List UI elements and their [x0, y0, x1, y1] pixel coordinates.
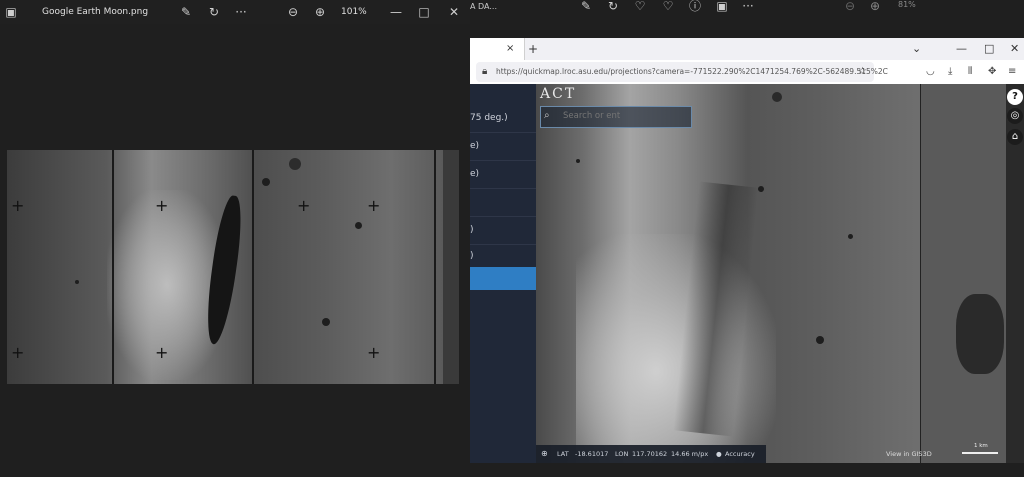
compass-icon[interactable]: ◎ — [1007, 108, 1023, 124]
library-icon[interactable]: ⫴ — [968, 60, 972, 84]
accuracy-link[interactable]: Accuracy — [725, 445, 755, 463]
lat-value: -18.61017 — [575, 450, 609, 458]
lon-value: 117.70162 — [632, 450, 668, 458]
download-icon[interactable]: ⤓ — [948, 60, 952, 84]
crater — [772, 92, 782, 102]
background-zoom-level: 81% — [898, 0, 916, 9]
crater — [75, 280, 79, 284]
crater — [576, 159, 580, 163]
zoom-level: 101% — [341, 7, 367, 17]
map-search-input[interactable] — [563, 107, 683, 125]
info-icon[interactable]: ● — [716, 445, 722, 463]
close-icon[interactable]: ✕ — [445, 0, 463, 24]
layer-row[interactable]: e) — [470, 132, 536, 161]
window-bottom-strip — [470, 463, 1024, 477]
layer-row-selected[interactable] — [470, 267, 536, 290]
reseau-mark: + — [155, 196, 169, 215]
zoom-out-icon: ⊖ — [844, 0, 856, 13]
help-icon[interactable]: ? — [1007, 89, 1023, 105]
pocket-icon[interactable]: ◡ — [926, 60, 935, 84]
map-dark-region — [956, 294, 1004, 374]
new-tab-button[interactable]: + — [528, 38, 538, 60]
maximize-icon[interactable]: □ — [415, 0, 433, 24]
reseau-mark: + — [297, 196, 311, 215]
layer-row-label: ) — [470, 225, 474, 235]
extensions-icon[interactable]: ✥ — [988, 60, 996, 84]
tab-bar — [470, 38, 1024, 60]
layer-row[interactable]: ) — [470, 216, 536, 245]
map-low-res-strip — [920, 84, 1006, 463]
globe-icon: ⊕ — [541, 449, 548, 458]
moon-map-canvas[interactable] — [536, 84, 1006, 463]
more-icon: ··· — [742, 0, 754, 13]
layer-row-label: ) — [470, 251, 474, 261]
tab-active[interactable] — [470, 38, 525, 60]
favorite-icon: ♡ — [634, 0, 646, 13]
reseau-mark: + — [11, 343, 25, 362]
maximize-icon[interactable]: □ — [984, 38, 994, 60]
tab-list-icon[interactable]: ⌄ — [912, 38, 921, 60]
crater — [355, 222, 362, 229]
crater — [816, 336, 824, 344]
tab-close-icon[interactable]: × — [506, 38, 514, 60]
edit-icon[interactable]: ✎ — [177, 0, 195, 24]
url-text[interactable]: https://quickmap.lroc.asu.edu/projection… — [496, 62, 888, 82]
image-seam — [112, 150, 114, 384]
heart-icon: ♡ — [662, 0, 674, 13]
crater — [848, 234, 853, 239]
menu-icon[interactable]: ≡ — [1008, 60, 1016, 84]
zoom-out-icon[interactable]: ⊖ — [284, 0, 302, 24]
viewer-file-name: Google Earth Moon.png — [42, 7, 149, 17]
edit-icon: ✎ — [580, 0, 592, 13]
layer-row[interactable]: e) — [470, 160, 536, 189]
reseau-mark: + — [155, 343, 169, 362]
reseau-mark: + — [11, 196, 25, 215]
zoom-in-icon[interactable]: ⊕ — [311, 0, 329, 24]
reseau-mark: + — [367, 343, 381, 362]
reseau-mark: + — [367, 196, 381, 215]
minimize-icon[interactable]: — — [956, 38, 967, 60]
layer-row-label: e) — [470, 141, 480, 151]
rotate-icon[interactable]: ↻ — [205, 0, 223, 24]
bookmark-star-icon[interactable]: ☆ — [858, 60, 867, 84]
view-in-gis-link[interactable]: View in GIS3D — [886, 445, 932, 463]
home-icon[interactable]: ⌂ — [1007, 129, 1023, 145]
layer-row-label: 75 deg.) — [470, 113, 508, 123]
layer-row-label: e) — [470, 169, 480, 179]
lock-icon: 🔒︎ — [482, 66, 488, 77]
zoom-in-icon: ⊕ — [869, 0, 881, 13]
crater — [262, 178, 270, 186]
image-seam — [252, 150, 254, 384]
minimize-icon[interactable]: — — [387, 0, 405, 24]
photo-edge-strip — [443, 150, 459, 384]
moon-photo: + + + + + + + — [7, 150, 459, 384]
site-logo: ACT — [540, 86, 577, 102]
search-icon: ⌕ — [544, 110, 550, 121]
crater — [289, 158, 301, 170]
crater — [322, 318, 330, 326]
background-window-title: A DA... — [470, 2, 497, 11]
lon-label: LON — [615, 450, 629, 458]
gallery-icon[interactable]: ▣ — [2, 0, 20, 24]
crater — [758, 186, 764, 192]
lat-label: LAT — [557, 450, 569, 458]
image-seam — [434, 150, 436, 384]
rotate-icon: ↻ — [607, 0, 619, 13]
close-icon[interactable]: ✕ — [1010, 38, 1019, 60]
scale-label: 1 km — [974, 443, 988, 449]
layer-row[interactable] — [470, 188, 536, 217]
layer-row[interactable]: 75 deg.) — [470, 104, 536, 133]
gallery-icon: ▣ — [716, 0, 728, 13]
resolution-value: 14.66 m/px — [671, 450, 709, 458]
more-icon[interactable]: ··· — [232, 0, 250, 24]
info-icon: ⓘ — [688, 0, 701, 13]
scale-bar — [962, 452, 998, 454]
